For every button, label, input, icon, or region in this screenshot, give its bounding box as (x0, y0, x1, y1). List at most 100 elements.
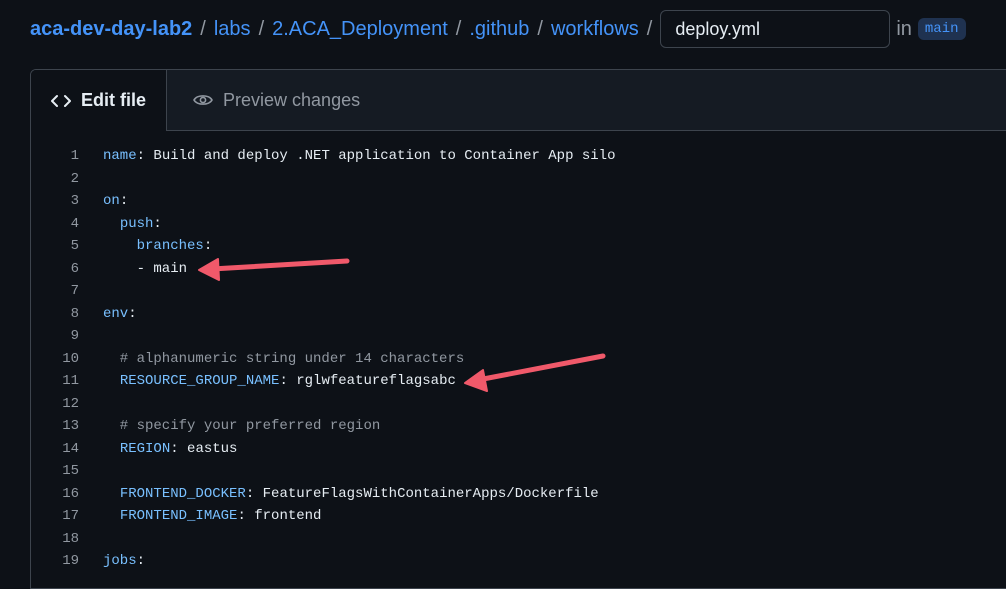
tab-preview-changes[interactable]: Preview changes (167, 70, 380, 130)
yaml-text: : (136, 553, 146, 570)
breadcrumb-github-link[interactable]: .github (469, 18, 529, 41)
breadcrumb-workflows-link[interactable]: workflows (551, 18, 639, 41)
yaml-key: FRONTEND_DOCKER (119, 485, 246, 502)
yaml-key: jobs (103, 553, 137, 570)
line-number: 2 (70, 170, 79, 187)
breadcrumb-deployment-link[interactable]: 2.ACA_Deployment (272, 18, 448, 41)
line-number: 5 (70, 238, 79, 255)
code-line[interactable]: 8 env: (31, 303, 1006, 326)
code-line[interactable]: 9 (31, 325, 1006, 348)
line-number: 14 (62, 440, 79, 457)
yaml-key: RESOURCE_GROUP_NAME (119, 373, 280, 390)
yaml-key: REGION (119, 440, 171, 457)
line-content: FRONTEND_IMAGE: frontend (103, 508, 322, 525)
code-line[interactable]: 16 FRONTEND_DOCKER: FeatureFlagsWithCont… (31, 483, 1006, 506)
editor-tabbar: Edit file Preview changes (31, 70, 1006, 131)
tab-preview-changes-label: Preview changes (223, 89, 361, 110)
line-number: 18 (62, 530, 79, 547)
line-number: 16 (62, 485, 79, 502)
line-content: push: (103, 216, 162, 232)
yaml-text: - main (103, 260, 188, 277)
line-content: branches: (103, 238, 213, 255)
line-content: - main (103, 261, 187, 277)
yaml-text (103, 441, 120, 457)
code-line[interactable]: 13 # specify your preferred region (31, 415, 1006, 438)
yaml-key: name (103, 148, 137, 165)
tab-edit-file[interactable]: Edit file (31, 70, 168, 131)
code-line[interactable]: 17 FRONTEND_IMAGE: frontend (31, 505, 1006, 528)
breadcrumb-separator: / (646, 17, 653, 40)
line-content: # specify your preferred region (103, 418, 380, 434)
code-line[interactable]: 15 (31, 460, 1006, 483)
line-number: 11 (62, 373, 79, 390)
line-number: 13 (62, 418, 79, 435)
breadcrumb: aca-dev-day-lab2 / labs / 2.ACA_Deployme… (30, 10, 966, 48)
code-line[interactable]: 5 branches: (31, 235, 1006, 258)
line-content: FRONTEND_DOCKER: FeatureFlagsWithContain… (103, 486, 599, 502)
yaml-text: : (119, 193, 129, 210)
line-number: 3 (70, 193, 79, 210)
line-content: RESOURCE_GROUP_NAME: rglwfeatureflagsabc (103, 373, 456, 389)
yaml-key: branches (136, 238, 204, 255)
code-line[interactable]: 12 (31, 393, 1006, 416)
line-number: 1 (70, 148, 79, 165)
yaml-text: : (153, 215, 162, 232)
yaml-text: : frontend (237, 508, 322, 525)
code-editor[interactable]: 1 name: Build and deploy .NET application… (31, 131, 1006, 573)
yaml-comment: # alphanumeric string under 14 character… (103, 350, 465, 367)
line-number: 6 (70, 260, 79, 277)
code-line[interactable]: 18 (31, 528, 1006, 551)
yaml-key: FRONTEND_IMAGE (119, 508, 238, 525)
branch-badge[interactable]: main (917, 18, 966, 40)
yaml-text (103, 508, 120, 524)
yaml-text (103, 486, 120, 502)
breadcrumb-separator: / (537, 17, 543, 40)
breadcrumb-separator: / (200, 17, 206, 40)
line-content: name: Build and deploy .NET application … (103, 148, 616, 164)
yaml-text: : (128, 305, 137, 322)
line-content: jobs: (103, 553, 145, 569)
breadcrumb-repo-link[interactable]: aca-dev-day-lab2 (30, 18, 192, 41)
code-icon (51, 93, 71, 109)
yaml-text (103, 216, 120, 232)
line-number: 9 (70, 328, 79, 345)
filename-input[interactable] (660, 10, 891, 48)
line-content: # alphanumeric string under 14 character… (103, 351, 464, 367)
code-line[interactable]: 19 jobs: (31, 550, 1006, 573)
editor-panel: Edit file Preview changes 1 name: Build a… (30, 69, 1006, 589)
line-number: 12 (62, 395, 79, 412)
code-line[interactable]: 10 # alphanumeric string under 14 charac… (31, 348, 1006, 371)
line-number: 19 (62, 553, 79, 570)
tab-edit-file-label: Edit file (81, 90, 147, 110)
code-line[interactable]: 4 push: (31, 213, 1006, 236)
line-number: 8 (70, 305, 79, 322)
breadcrumb-labs-link[interactable]: labs (214, 18, 251, 41)
code-line[interactable]: 6 - main (31, 258, 1006, 281)
line-number: 15 (62, 463, 79, 480)
breadcrumb-separator: / (455, 17, 462, 40)
in-label: in (896, 17, 912, 40)
code-line[interactable]: 3 on: (31, 190, 1006, 213)
breadcrumb-separator: / (258, 17, 265, 40)
yaml-text (103, 238, 137, 254)
code-line[interactable]: 14 REGION: eastus (31, 438, 1006, 461)
line-number: 7 (70, 283, 79, 300)
yaml-key: env (103, 305, 129, 322)
line-number: 17 (62, 508, 79, 525)
eye-icon (193, 92, 213, 108)
yaml-key: on (103, 193, 120, 210)
line-number: 4 (70, 215, 79, 232)
line-number: 10 (62, 350, 79, 367)
code-line[interactable]: 2 (31, 168, 1006, 191)
code-line[interactable]: 1 name: Build and deploy .NET application… (31, 145, 1006, 168)
yaml-text: : FeatureFlagsWithContainerApps/Dockerfi… (245, 485, 599, 502)
code-line[interactable]: 7 (31, 280, 1006, 303)
yaml-comment: # specify your preferred region (103, 418, 381, 435)
yaml-text: : (203, 238, 213, 255)
yaml-key: push (119, 215, 154, 232)
code-line[interactable]: 11 RESOURCE_GROUP_NAME: rglwfeatureflags… (31, 370, 1006, 393)
line-content: REGION: eastus (103, 440, 238, 457)
line-content: env: (103, 306, 137, 322)
yaml-text: : Build and deploy .NET application to C… (136, 148, 616, 165)
yaml-text: : eastus (170, 440, 238, 457)
